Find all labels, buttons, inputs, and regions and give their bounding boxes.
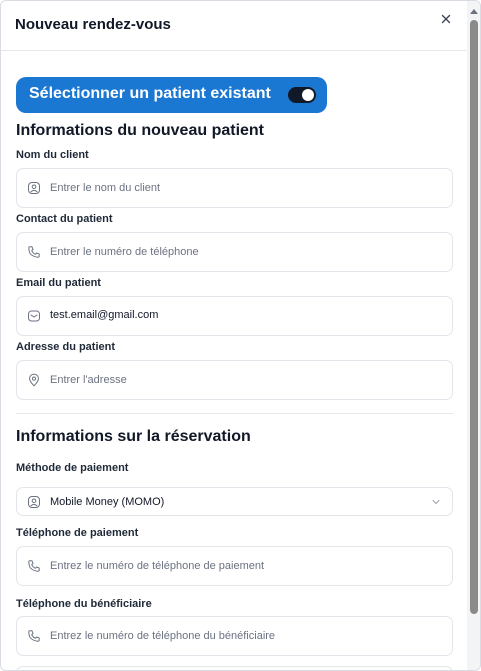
patient-address-label: Adresse du patient bbox=[16, 341, 116, 353]
patient-contact-input[interactable]: Entrer le numéro de téléphone bbox=[50, 246, 199, 258]
location-icon bbox=[27, 373, 41, 387]
email-icon bbox=[27, 309, 41, 323]
beneficiary-phone-field[interactable]: Entrez le numéro de téléphone du bénéfic… bbox=[16, 616, 453, 656]
select-existing-patient-toggle[interactable]: Sélectionner un patient existant bbox=[16, 77, 327, 113]
patient-email-label: Email du patient bbox=[16, 277, 101, 289]
modal-body: Sélectionner un patient existant Informa… bbox=[1, 52, 467, 670]
toggle-switch[interactable] bbox=[288, 87, 316, 103]
payment-method-label: Méthode de paiement bbox=[16, 462, 129, 474]
client-name-input[interactable]: Entrer le nom du client bbox=[50, 182, 160, 194]
user-icon bbox=[27, 181, 41, 195]
payment-method-select[interactable]: Mobile Money (MOMO) bbox=[16, 487, 453, 516]
patient-contact-label: Contact du patient bbox=[16, 213, 113, 225]
patient-contact-field[interactable]: Entrer le numéro de téléphone bbox=[16, 232, 453, 272]
modal-header: Nouveau rendez-vous bbox=[1, 1, 467, 51]
user-icon bbox=[27, 495, 41, 509]
beneficiary-phone-input[interactable]: Entrez le numéro de téléphone du bénéfic… bbox=[50, 630, 275, 642]
scroll-up-arrow-icon[interactable] bbox=[470, 9, 478, 14]
chevron-down-icon[interactable] bbox=[431, 497, 441, 507]
phone-icon bbox=[27, 629, 41, 643]
scrollbar-thumb[interactable] bbox=[470, 20, 478, 614]
reservation-section-title: Informations sur la réservation bbox=[16, 428, 251, 445]
toggle-knob bbox=[302, 89, 314, 101]
patient-email-input[interactable]: test.email@gmail.com bbox=[50, 309, 158, 321]
close-icon[interactable] bbox=[439, 12, 453, 26]
new-patient-section-title: Informations du nouveau patient bbox=[16, 122, 265, 139]
client-name-label: Nom du client bbox=[16, 149, 89, 161]
phone-icon bbox=[27, 245, 41, 259]
payment-phone-input[interactable]: Entrez le numéro de téléphone de paiemen… bbox=[50, 560, 264, 572]
patient-address-field[interactable]: Entrer l'adresse bbox=[16, 360, 453, 400]
client-name-field[interactable]: Entrer le nom du client bbox=[16, 168, 453, 208]
payment-phone-field[interactable]: Entrez le numéro de téléphone de paiemen… bbox=[16, 546, 453, 586]
payment-phone-label: Téléphone de paiement bbox=[16, 527, 139, 539]
patient-address-input[interactable]: Entrer l'adresse bbox=[50, 374, 127, 386]
modal-title: Nouveau rendez-vous bbox=[15, 16, 171, 33]
patient-email-field[interactable]: test.email@gmail.com bbox=[16, 296, 453, 336]
new-appointment-modal: Nouveau rendez-vous Sélectionner un pati… bbox=[0, 0, 481, 671]
payment-method-value: Mobile Money (MOMO) bbox=[50, 496, 165, 508]
next-field-partial[interactable] bbox=[16, 666, 453, 670]
beneficiary-phone-label: Téléphone du bénéficiaire bbox=[16, 598, 152, 610]
phone-icon bbox=[27, 559, 41, 573]
toggle-label: Sélectionner un patient existant bbox=[29, 85, 271, 102]
section-divider bbox=[16, 413, 453, 414]
